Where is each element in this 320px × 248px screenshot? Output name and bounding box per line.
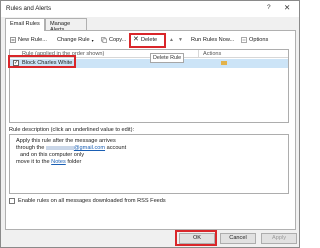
rss-rules-label: Enable rules on all messages downloaded … <box>18 198 166 204</box>
window-title: Rules and Alerts <box>6 5 52 12</box>
help-icon[interactable]: ? <box>267 4 271 11</box>
options-label: Options <box>249 37 269 43</box>
cancel-button[interactable]: Cancel <box>220 233 256 244</box>
description-line-4: move it to the Notes folder <box>16 159 82 165</box>
description-line-1: Apply this rule after the message arrive… <box>16 138 116 144</box>
ok-highlight <box>175 230 217 246</box>
copy-button[interactable]: Copy... <box>101 37 126 43</box>
redacted-email <box>45 145 74 150</box>
run-rules-now-label: Run Rules Now... <box>191 37 235 43</box>
move-down-button[interactable]: ▼ <box>178 37 183 43</box>
rss-rules-checkbox[interactable] <box>9 198 15 204</box>
description-line-2: through the @gmail.com account <box>16 145 127 151</box>
options-button[interactable]: Options <box>241 37 268 43</box>
new-rule-label: New Rule... <box>18 37 47 43</box>
move-to-folder-icon <box>221 61 227 65</box>
new-rule-icon <box>10 37 16 43</box>
description-line-3: and on this computer only <box>20 152 85 158</box>
options-icon <box>241 37 247 43</box>
rule-description-label: Rule description (click an underlined va… <box>9 127 134 133</box>
new-rule-button[interactable]: New Rule... <box>10 37 47 43</box>
delete-rule-tooltip: Delete Rule <box>150 53 185 63</box>
title-bar: Rules and Alerts ? ✕ <box>1 1 299 17</box>
column-divider <box>198 50 199 58</box>
close-icon[interactable]: ✕ <box>284 3 290 12</box>
folder-link[interactable]: Notes <box>51 159 66 165</box>
column-actions: Actions <box>203 51 222 57</box>
rule-highlight <box>8 55 76 68</box>
account-link[interactable]: @gmail.com <box>74 145 105 151</box>
apply-button[interactable]: Apply <box>261 233 297 244</box>
arrow-up-icon: ▲ <box>169 37 174 43</box>
run-rules-now-button[interactable]: Run Rules Now... <box>191 37 234 43</box>
chevron-down-icon: ▾ <box>91 37 94 43</box>
change-rule-label: Change Rule <box>57 37 90 43</box>
arrow-down-icon: ▼ <box>178 37 183 43</box>
change-rule-button[interactable]: Change Rule ▾ <box>57 37 94 43</box>
tab-email-rules[interactable]: Email Rules <box>5 18 45 31</box>
rules-and-alerts-dialog: Rules and Alerts ? ✕ Email Rules Manage … <box>0 0 300 248</box>
tab-manage-alerts[interactable]: Manage Alerts <box>45 18 87 33</box>
copy-label: Copy... <box>109 37 127 43</box>
delete-highlight <box>129 33 166 48</box>
copy-icon <box>101 37 107 43</box>
move-up-button[interactable]: ▲ <box>169 37 174 43</box>
rule-description-box: Apply this rule after the message arrive… <box>9 134 289 194</box>
